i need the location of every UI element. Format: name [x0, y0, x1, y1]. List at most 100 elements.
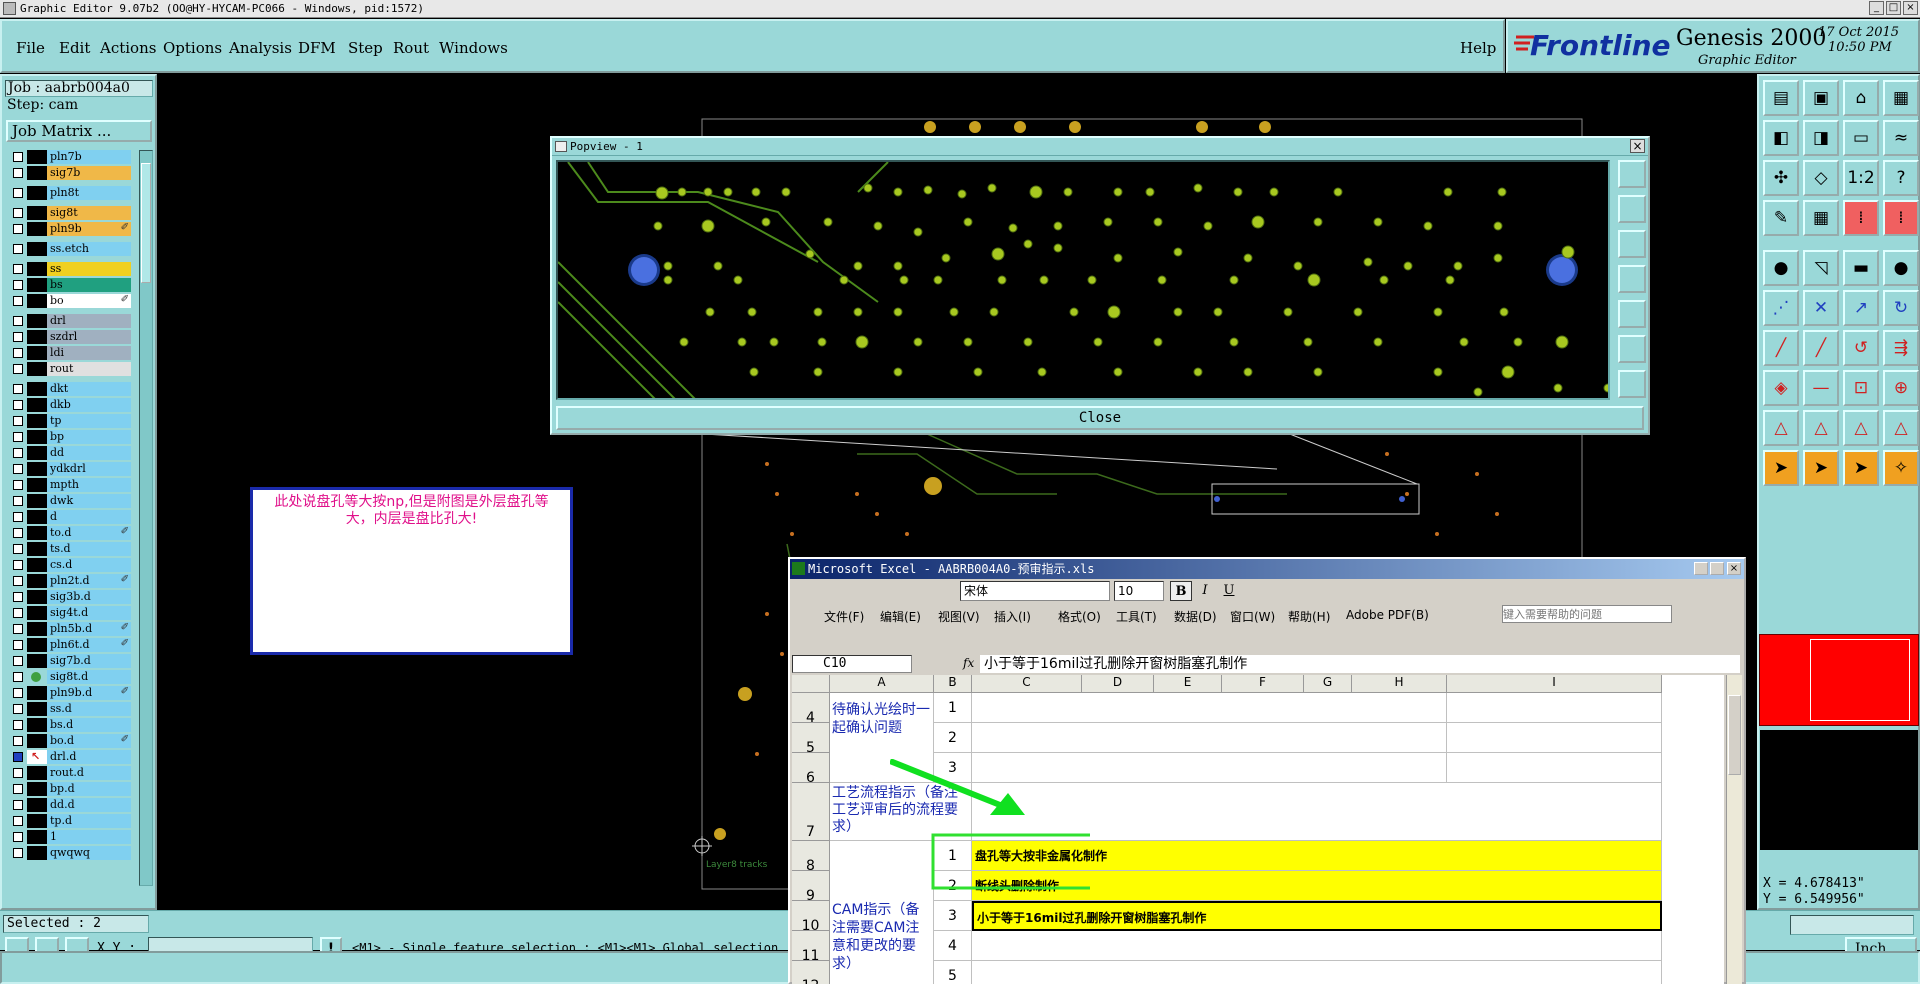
layer-row-ldi[interactable]: ldi [9, 346, 131, 360]
layer-row-pln8t[interactable]: pln8t [9, 186, 131, 200]
triangle-b-icon[interactable]: △ [1803, 410, 1839, 446]
layer-affected-indicator[interactable] [27, 814, 47, 828]
layer-checkbox[interactable] [13, 656, 23, 666]
layer-affected-indicator[interactable] [27, 766, 47, 780]
feature-properties-icon[interactable]: ● [1763, 250, 1799, 286]
layer-checkbox[interactable] [13, 720, 23, 730]
layer-row-drl[interactable]: drl [9, 314, 131, 328]
layer-row-pln9b[interactable]: pln9b ✐ [9, 222, 131, 236]
scrollbar-thumb[interactable] [141, 163, 151, 283]
layer-name[interactable]: d [47, 510, 131, 524]
layer-checkbox[interactable] [13, 576, 23, 586]
select-all-corner[interactable] [792, 675, 830, 693]
layer-checkbox[interactable] [13, 560, 23, 570]
column-header[interactable]: G [1304, 675, 1352, 693]
layer-affected-indicator[interactable] [27, 542, 47, 556]
layer-affected-indicator[interactable] [27, 830, 47, 844]
layer-name[interactable]: rout.d [47, 766, 131, 780]
layer-row-sig4t-d[interactable]: sig4t.d [9, 606, 131, 620]
layer-checkbox[interactable] [13, 768, 23, 778]
cell-c[interactable] [972, 961, 1662, 984]
triangle-c-icon[interactable]: △ [1843, 410, 1879, 446]
layer-name[interactable]: ydkdrl [47, 462, 131, 476]
layer-row-pln2t-d[interactable]: pln2t.d ✐ [9, 574, 131, 588]
popview-close-button[interactable]: Close [556, 406, 1644, 430]
menu-rout[interactable]: Rout [393, 39, 429, 57]
layer-row-qwqwq[interactable]: qwqwq [9, 846, 131, 860]
layer-name[interactable]: pln8t [47, 186, 131, 200]
layer-name[interactable]: bo ✐ [47, 294, 131, 308]
layer-checkbox[interactable] [13, 704, 23, 714]
zoom-fit-icon[interactable]: ◇ [1803, 160, 1839, 196]
add-shape-icon[interactable]: ◹ [1803, 250, 1839, 286]
excel-minimize-button[interactable] [1694, 562, 1708, 575]
cell-i[interactable] [1447, 723, 1662, 753]
formula-bar[interactable]: 小于等于16mil过孔删除开窗树脂塞孔制作 [980, 655, 1740, 673]
excel-menu-item[interactable]: 数据(D) [1174, 608, 1217, 625]
layer-affected-indicator[interactable] [27, 782, 47, 796]
layer-name[interactable]: cs.d [47, 558, 131, 572]
layer-checkbox[interactable] [13, 688, 23, 698]
layer-name[interactable]: dd.d [47, 798, 131, 812]
popview-pan-left-icon[interactable] [1618, 265, 1646, 293]
column-header[interactable]: A [830, 675, 934, 693]
menu-options[interactable]: Options [163, 39, 222, 57]
move-icon[interactable]: ↗ [1843, 290, 1879, 326]
italic-button[interactable]: I [1194, 581, 1216, 601]
layer-row-ts-d[interactable]: ts.d [9, 542, 131, 556]
layer-affected-indicator[interactable] [27, 798, 47, 812]
layer-row-sig7b-d[interactable]: sig7b.d [9, 654, 131, 668]
name-box[interactable]: C10 [792, 655, 912, 673]
sheet-vscrollbar[interactable] [1726, 675, 1742, 984]
layer-affected-indicator[interactable] [27, 638, 47, 652]
layer-affected-indicator[interactable] [27, 262, 47, 276]
layer-affected-indicator[interactable] [27, 718, 47, 732]
layer-checkbox[interactable] [13, 264, 23, 274]
cell-b[interactable]: 1 [934, 693, 972, 723]
row-header[interactable]: 7 [792, 783, 830, 841]
font-size-select[interactable]: 10 [1114, 581, 1164, 601]
layer-checkbox[interactable] [13, 496, 23, 506]
layer-affected-indicator[interactable] [27, 526, 47, 540]
layer-checkbox[interactable] [13, 800, 23, 810]
layer-checkbox[interactable] [13, 280, 23, 290]
layer-checkbox[interactable] [13, 332, 23, 342]
layer-affected-indicator[interactable] [27, 382, 47, 396]
layer-checkbox[interactable] [13, 348, 23, 358]
open-job-icon[interactable]: ▤ [1763, 80, 1799, 116]
font-name-select[interactable]: 宋体 [960, 581, 1110, 601]
row-header[interactable]: 5 [792, 723, 830, 756]
layer-name[interactable]: bp [47, 430, 131, 444]
layer-row-tp[interactable]: tp [9, 414, 131, 428]
triangle-a-icon[interactable]: △ [1763, 410, 1799, 446]
layer-affected-indicator[interactable]: ↖ [27, 750, 47, 764]
layer-row-to-d[interactable]: to.d ✐ [9, 526, 131, 540]
ruler-icon[interactable]: ▬ [1843, 250, 1879, 286]
query-icon[interactable]: ? [1883, 160, 1919, 196]
excel-maximize-button[interactable] [1710, 562, 1724, 575]
layer-row-sig8t-d[interactable]: sig8t.d [9, 670, 131, 684]
popview-zoom-home-icon[interactable] [1618, 160, 1646, 188]
layer-name[interactable]: pln9b ✐ [47, 222, 131, 236]
popview-zoom-out-icon[interactable] [1618, 370, 1646, 398]
layer-row-1[interactable]: 1 [9, 830, 131, 844]
minimize-button[interactable]: _ [1869, 1, 1884, 15]
layer-name[interactable]: tp [47, 414, 131, 428]
layer-affected-indicator[interactable] [27, 362, 47, 376]
function-icon[interactable]: fx [963, 656, 974, 670]
layer-checkbox[interactable] [13, 244, 23, 254]
cross-icon[interactable]: ✕ [1803, 290, 1839, 326]
line-icon[interactable]: — [1803, 370, 1839, 406]
grid-icon[interactable]: ▦ [1803, 200, 1839, 236]
layer-checkbox[interactable] [13, 832, 23, 842]
layer-affected-indicator[interactable] [27, 558, 47, 572]
layer-row-rout-d[interactable]: rout.d [9, 766, 131, 780]
popview-canvas[interactable] [556, 160, 1610, 400]
layer-row-sig7b[interactable]: sig7b [9, 166, 131, 180]
bold-button[interactable]: B [1170, 581, 1192, 601]
layer-row-dwk[interactable]: dwk [9, 494, 131, 508]
layer-name[interactable]: dkt [47, 382, 131, 396]
layer-name[interactable]: sig7b [47, 166, 131, 180]
layer-checkbox[interactable] [13, 152, 23, 162]
layer-affected-indicator[interactable] [27, 398, 47, 412]
